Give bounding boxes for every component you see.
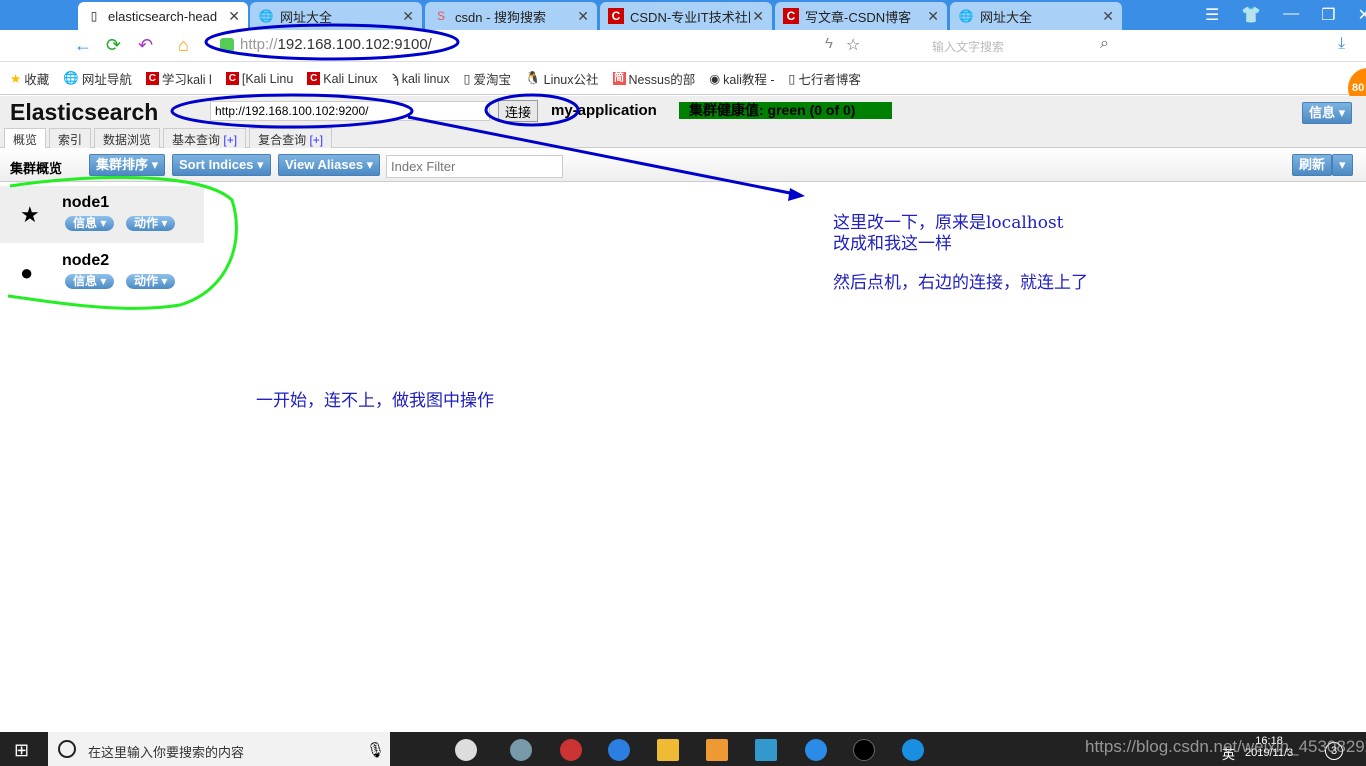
windows-start-icon[interactable]: ⊞ xyxy=(14,740,29,761)
annotation-text: 改成和我这一样 xyxy=(833,234,952,254)
app-icon[interactable] xyxy=(560,739,582,761)
annotation-arrow xyxy=(407,115,801,197)
annotation-circle xyxy=(484,93,580,127)
microphone-icon[interactable]: 🎙 xyxy=(366,741,385,759)
app-icon[interactable] xyxy=(510,739,532,761)
annotation-drawing xyxy=(7,23,805,310)
arrow-head xyxy=(788,188,805,201)
ie-icon[interactable] xyxy=(902,739,924,761)
annotation-circle xyxy=(204,23,460,61)
cortana-icon xyxy=(58,740,76,758)
file-explorer-icon[interactable] xyxy=(657,739,679,761)
annotation-circle-green xyxy=(7,175,238,310)
sogou-browser-icon[interactable] xyxy=(608,739,630,761)
annotation-text: 一开始，连不上，做我图中操作 xyxy=(256,391,494,411)
taskbar-search[interactable]: 在这里输入你要搜索的内容 xyxy=(48,732,390,766)
app-icon[interactable] xyxy=(455,739,477,761)
watermark: https://blog.csdn.net/weixin_45308292 xyxy=(1085,737,1366,756)
terminal-icon[interactable] xyxy=(853,739,875,761)
app-icon[interactable] xyxy=(706,739,728,761)
annotation-text: 然后点机，右边的连接，就连上了 xyxy=(833,273,1088,293)
app-icon[interactable] xyxy=(755,739,777,761)
app-icon[interactable] xyxy=(805,739,827,761)
annotation-circle xyxy=(170,93,414,129)
